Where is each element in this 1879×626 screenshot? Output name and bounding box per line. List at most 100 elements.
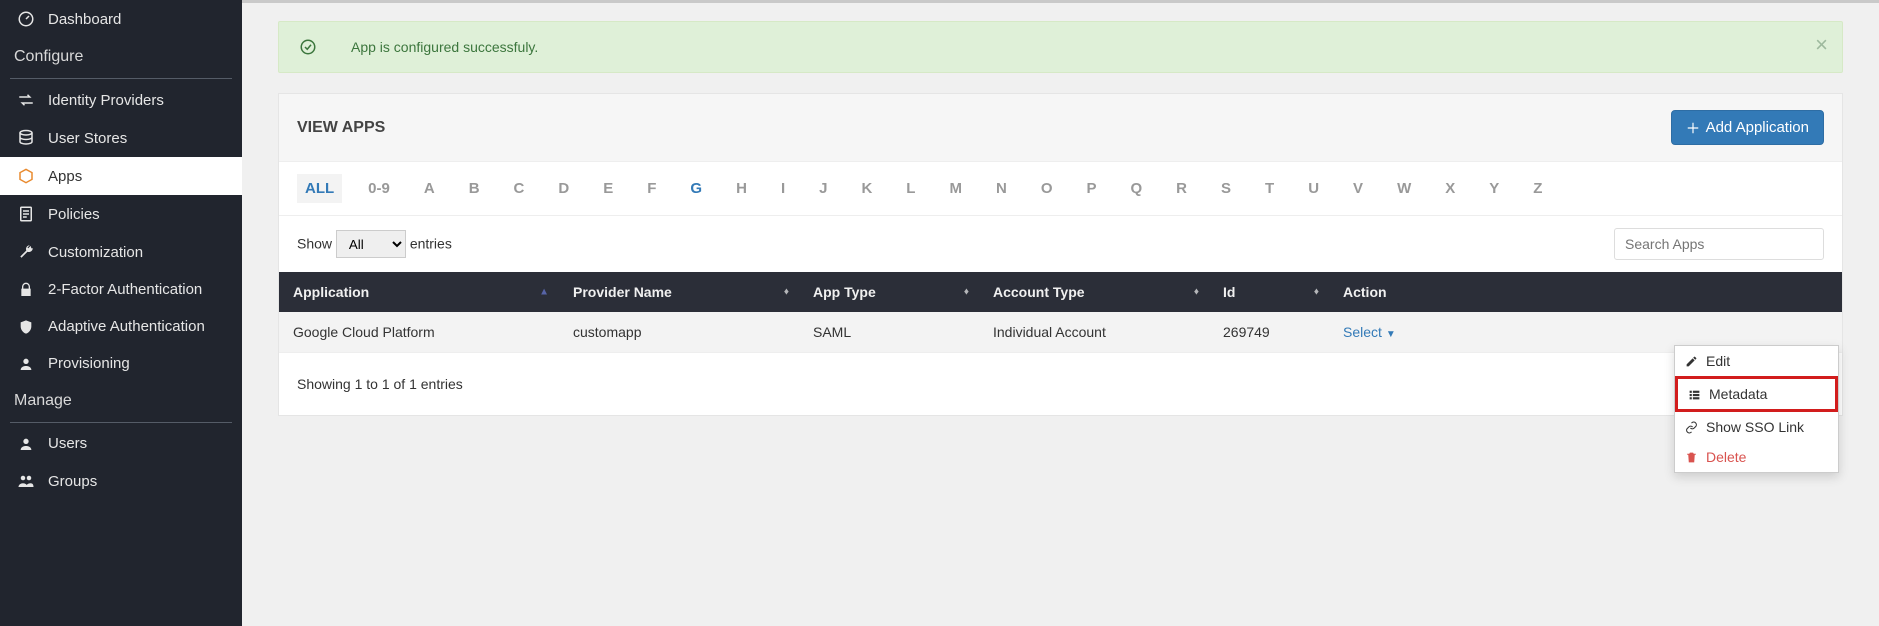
col-account[interactable]: Account Type♦ (979, 272, 1209, 312)
panel-header: VIEW APPS Add Application (279, 94, 1842, 162)
dropdown-item-edit[interactable]: Edit (1675, 346, 1838, 376)
action-select-link[interactable]: Select ▼ (1343, 324, 1396, 340)
filter-chip-f[interactable]: F (639, 174, 664, 203)
filter-chip-v[interactable]: V (1345, 174, 1371, 203)
dropdown-item-sso-link[interactable]: Show SSO Link (1675, 412, 1838, 442)
dropdown-label: Metadata (1709, 386, 1767, 402)
alpha-filter-row: ALL 0-9 ABCDEFGHIJKLMNOPQRSTUVWXYZ (279, 162, 1842, 216)
trash-icon (1685, 451, 1699, 464)
sidebar-label: Policies (48, 206, 100, 223)
filter-chip-i[interactable]: I (773, 174, 793, 203)
sidebar-section-configure: Configure (0, 38, 242, 76)
sidebar-label: User Stores (48, 130, 127, 147)
sidebar-item-provisioning[interactable]: Provisioning (0, 345, 242, 382)
filter-chip-l[interactable]: L (898, 174, 923, 203)
filter-chip-c[interactable]: C (506, 174, 533, 203)
filter-chip-o[interactable]: O (1033, 174, 1061, 203)
col-application[interactable]: Application▲ (279, 272, 559, 312)
cell-apptype: SAML (799, 312, 979, 353)
filter-chip-a[interactable]: A (416, 174, 443, 203)
alert-text: App is configured successfuly. (351, 39, 538, 55)
show-label: Show (297, 236, 332, 252)
search-input[interactable] (1614, 228, 1824, 260)
list-icon (1688, 388, 1702, 401)
sidebar-label: Users (48, 435, 87, 452)
entries-select[interactable]: All (336, 230, 406, 258)
dashboard-icon (14, 10, 38, 28)
sidebar-label: Customization (48, 244, 143, 261)
filter-chip-b[interactable]: B (461, 174, 488, 203)
dropdown-item-delete[interactable]: Delete (1675, 442, 1838, 472)
filter-chip-y[interactable]: Y (1481, 174, 1507, 203)
table-controls: Show All entries (279, 216, 1842, 272)
filter-chip-h[interactable]: H (728, 174, 755, 203)
cell-account: Individual Account (979, 312, 1209, 353)
sort-icon: ♦ (784, 287, 789, 298)
user-icon (14, 356, 38, 372)
sidebar-label: Apps (48, 168, 82, 185)
add-button-label: Add Application (1706, 119, 1809, 136)
filter-chip-w[interactable]: W (1389, 174, 1419, 203)
shield-icon (14, 319, 38, 335)
sort-icon: ♦ (1314, 287, 1319, 298)
table-footer: Showing 1 to 1 of 1 entries First Previo… (279, 353, 1842, 415)
lock-icon (14, 282, 38, 298)
filter-chip-d[interactable]: D (550, 174, 577, 203)
filter-chip-x[interactable]: X (1437, 174, 1463, 203)
dropdown-label: Show SSO Link (1706, 419, 1804, 435)
filter-chip-k[interactable]: K (853, 174, 880, 203)
sidebar-item-apps[interactable]: Apps (0, 157, 242, 195)
sidebar-item-users[interactable]: Users (0, 425, 242, 462)
action-dropdown: Edit Metadata Show SSO Link Delete (1674, 345, 1839, 473)
edit-icon (1685, 355, 1699, 368)
sidebar-label: Groups (48, 473, 97, 490)
filter-chip-q[interactable]: Q (1123, 174, 1151, 203)
sidebar-label: Provisioning (48, 355, 130, 372)
close-icon[interactable]: × (1815, 32, 1828, 58)
dropdown-label: Delete (1706, 449, 1746, 465)
sidebar-item-dashboard[interactable]: Dashboard (0, 0, 242, 38)
filter-chip-e[interactable]: E (595, 174, 621, 203)
filter-chip-m[interactable]: M (941, 174, 970, 203)
sidebar-item-policies[interactable]: Policies (0, 195, 242, 233)
sidebar-label: Identity Providers (48, 92, 164, 109)
sort-icon: ♦ (964, 287, 969, 298)
filter-chip-all[interactable]: ALL (297, 174, 342, 203)
user-icon (14, 436, 38, 452)
filter-chip-j[interactable]: J (811, 174, 835, 203)
sidebar-divider (10, 422, 232, 423)
filter-chip-t[interactable]: T (1257, 174, 1282, 203)
sort-asc-icon: ▲ (539, 287, 549, 298)
view-apps-panel: VIEW APPS Add Application ALL 0-9 ABCDEFGH… (278, 93, 1843, 416)
sidebar-item-identity-providers[interactable]: Identity Providers (0, 81, 242, 119)
filter-chip-s[interactable]: S (1213, 174, 1239, 203)
add-application-button[interactable]: Add Application (1671, 110, 1824, 145)
sidebar-item-adaptive-auth[interactable]: Adaptive Authentication (0, 308, 242, 345)
filter-chip-z[interactable]: Z (1525, 174, 1550, 203)
filter-chip-u[interactable]: U (1300, 174, 1327, 203)
sidebar-item-customization[interactable]: Customization (0, 233, 242, 271)
filter-chip-n[interactable]: N (988, 174, 1015, 203)
sidebar-item-two-factor[interactable]: 2-Factor Authentication (0, 271, 242, 308)
sidebar-item-user-stores[interactable]: User Stores (0, 119, 242, 157)
filter-chip-r[interactable]: R (1168, 174, 1195, 203)
sidebar-item-groups[interactable]: Groups (0, 462, 242, 500)
swap-icon (14, 91, 38, 109)
cube-icon (14, 167, 38, 185)
link-icon (1685, 421, 1699, 434)
dropdown-item-metadata[interactable]: Metadata (1675, 376, 1838, 412)
filter-chip-p[interactable]: P (1078, 174, 1104, 203)
sidebar-label: Dashboard (48, 11, 121, 28)
filter-chip-g[interactable]: G (682, 174, 710, 203)
sort-icon: ♦ (1194, 287, 1199, 298)
sidebar-label: 2-Factor Authentication (48, 281, 202, 298)
col-apptype[interactable]: App Type♦ (799, 272, 979, 312)
table-info: Showing 1 to 1 of 1 entries (297, 376, 463, 392)
plus-icon (1686, 121, 1700, 135)
apps-table: Application▲ Provider Name♦ App Type♦ Ac… (279, 272, 1842, 353)
col-provider[interactable]: Provider Name♦ (559, 272, 799, 312)
success-alert: App is configured successfuly. × (278, 21, 1843, 73)
filter-chip-0-9[interactable]: 0-9 (360, 174, 398, 203)
users-icon (14, 472, 38, 490)
col-id[interactable]: Id♦ (1209, 272, 1329, 312)
